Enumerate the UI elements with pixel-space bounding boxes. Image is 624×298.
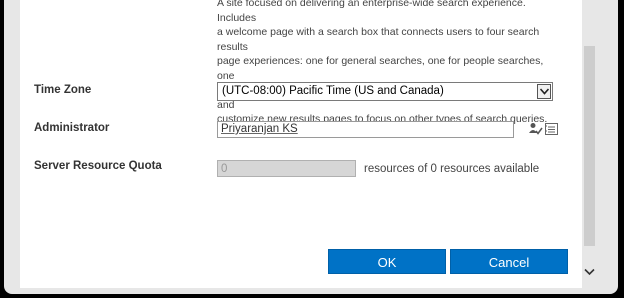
scroll-down-icon[interactable] [584,263,595,281]
time-zone-value: (UTC-08:00) Pacific Time (US and Canada) [222,85,444,97]
check-names-icon[interactable] [528,122,543,136]
quota-available-text: resources of 0 resources available [364,163,540,175]
vertical-scrollbar[interactable] [582,0,597,280]
template-description: A site focused on delivering an enterpri… [217,0,552,127]
dialog-frame: A site focused on delivering an enterpri… [4,0,618,294]
ok-button[interactable]: OK [328,249,446,274]
time-zone-label: Time Zone [34,84,92,96]
scrollbar-thumb[interactable] [584,46,595,246]
time-zone-select[interactable]: (UTC-08:00) Pacific Time (US and Canada) [217,82,553,101]
description-line: A site focused on delivering an enterpri… [217,0,526,24]
quota-value: 0 [221,163,228,175]
dialog-content: A site focused on delivering an enterpri… [20,0,582,288]
description-line: a welcome page with a search box that co… [217,26,540,53]
cancel-button[interactable]: Cancel [450,249,568,274]
quota-input[interactable]: 0 [217,160,356,177]
administrator-people-picker[interactable]: Priyaranjan KS [217,121,514,138]
server-resource-quota-label: Server Resource Quota [34,160,162,172]
description-line: page experiences: one for general search… [217,55,544,82]
chevron-down-icon[interactable] [537,84,551,99]
administrator-value: Priyaranjan KS [221,123,298,135]
administrator-label: Administrator [34,122,110,134]
address-book-icon[interactable] [544,122,559,136]
